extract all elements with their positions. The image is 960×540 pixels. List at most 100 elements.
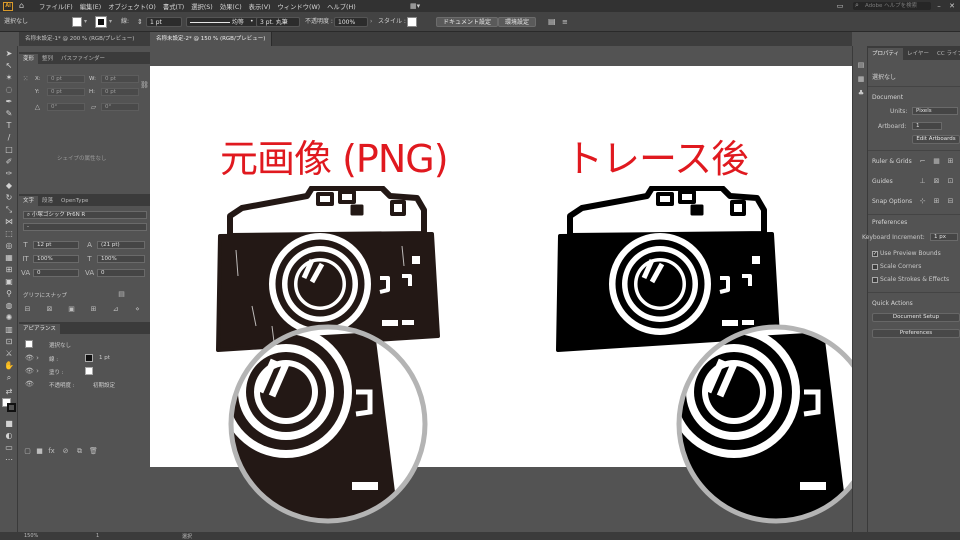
shaper-tool-icon[interactable]: ✑ — [3, 168, 15, 179]
opacity-dropdown-icon[interactable]: › — [370, 17, 372, 27]
rectangle-tool-icon[interactable]: □ — [3, 144, 15, 155]
opacity-visibility-icon[interactable]: 👁 — [25, 380, 34, 388]
font-size-field[interactable]: 12 pt — [33, 241, 79, 249]
menu-view[interactable]: 表示(V) — [249, 2, 271, 11]
document-tab-1-left[interactable]: 名称未設定-1* @ 200 % (RGB/プレビュー) — [25, 32, 134, 46]
clear-appearance-icon[interactable]: ⊘ — [61, 447, 70, 455]
lasso-tool-icon[interactable]: ◌ — [3, 84, 15, 95]
snap-baseline-icon[interactable]: ⊟ — [23, 305, 32, 313]
properties-collapsed-icon[interactable]: ▤ — [856, 60, 866, 70]
tab-pathfinder[interactable]: パスファインダー — [57, 54, 109, 64]
menu-type[interactable]: 書式(T) — [163, 2, 184, 11]
free-transform-tool-icon[interactable]: ⬚ — [3, 228, 15, 239]
column-graph-tool-icon[interactable]: ▥ — [3, 324, 15, 335]
stroke-expand-icon[interactable]: › — [33, 354, 42, 362]
stroke-stepper-icon[interactable]: ⇕ — [137, 17, 143, 27]
stroke-color-icon[interactable] — [7, 403, 16, 412]
stroke-dropdown-icon[interactable]: ▾ — [109, 17, 112, 27]
help-search-input[interactable]: ⌕ Adobe ヘルプを検索 — [853, 1, 931, 10]
slice-tool-icon[interactable]: ⚔ — [3, 348, 15, 359]
rulers-icon[interactable]: ⌐ — [918, 157, 927, 165]
menu-edit[interactable]: 編集(E) — [80, 2, 102, 11]
snap-anchor-icon[interactable]: ⋄ — [133, 305, 142, 313]
rotate-tool-icon[interactable]: ↻ — [3, 192, 15, 203]
width-tool-icon[interactable]: ⋈ — [3, 216, 15, 227]
arrange-icon[interactable]: ▭ — [835, 0, 845, 12]
zoom-tool-icon[interactable]: ⌕ — [3, 372, 15, 383]
menu-select[interactable]: 選択(S) — [191, 2, 213, 11]
vertical-scale-field[interactable]: 100% — [33, 255, 79, 263]
smart-guides-icon[interactable]: ⊡ — [946, 177, 955, 185]
swap-colors-icon[interactable]: ⇄ — [3, 386, 15, 397]
units-select[interactable]: Pixels — [912, 107, 958, 115]
x-field[interactable]: 0 pt — [47, 75, 85, 83]
fill-swatch[interactable] — [72, 17, 82, 27]
y-field[interactable]: 0 pt — [47, 88, 85, 96]
document-setup-button[interactable]: Document Setup — [872, 313, 960, 322]
document-setup-button[interactable]: ドキュメント設定 — [436, 17, 499, 27]
screen-mode-icon[interactable]: ▭ — [3, 442, 15, 453]
fill-expand-icon[interactable]: › — [33, 367, 42, 375]
type-tool-icon[interactable]: T — [3, 120, 15, 131]
snap-angular-icon[interactable]: ⊿ — [111, 305, 120, 313]
minimize-icon[interactable]: – — [934, 0, 944, 12]
arrange-documents-icon[interactable]: ▤ — [548, 17, 556, 27]
stroke-swatch[interactable] — [95, 16, 107, 28]
snap-to-point-icon[interactable]: ⊹ — [918, 197, 927, 205]
tracking-field[interactable]: 0 — [97, 269, 145, 277]
menu-window[interactable]: ウィンドウ(W) — [278, 2, 321, 11]
font-style-select[interactable]: - — [23, 223, 147, 231]
opacity-field[interactable]: 100% — [334, 17, 368, 27]
home-icon[interactable]: ⌂ — [19, 0, 29, 12]
magic-wand-tool-icon[interactable]: ✶ — [3, 72, 15, 83]
tab-transform[interactable]: 変形 — [19, 54, 39, 64]
blend-tool-icon[interactable]: ◍ — [3, 300, 15, 311]
close-icon[interactable]: ✕ — [947, 0, 957, 12]
leading-field[interactable]: (21 pt) — [97, 241, 145, 249]
preferences-button-top[interactable]: 環境設定 — [498, 17, 537, 27]
add-stroke-icon[interactable]: ▢ — [23, 447, 32, 455]
gradient-tool-icon[interactable]: ▣ — [3, 276, 15, 287]
tab-paragraph[interactable]: 段落 — [38, 196, 57, 206]
symbols-collapsed-icon[interactable]: ♣ — [856, 88, 866, 98]
pen-tool-icon[interactable]: ✒ — [3, 96, 15, 107]
appearance-opacity-value[interactable]: 初期設定 — [93, 381, 115, 389]
perspective-grid-tool-icon[interactable]: ▦ — [3, 252, 15, 263]
snap-glyph-options-icon[interactable]: ▤ — [117, 290, 126, 298]
w-field[interactable]: 0 pt — [101, 75, 139, 83]
add-effect-icon[interactable]: fx — [47, 447, 56, 455]
line-tool-icon[interactable]: / — [3, 132, 15, 143]
kerning-field[interactable]: 0 — [33, 269, 79, 277]
use-preview-bounds-checkbox[interactable]: ✓ Use Preview Bounds — [872, 250, 941, 257]
document-tab-2[interactable]: 名称未設定-2* @ 150 % (RGB/プレビュー) — [150, 32, 273, 46]
menu-help[interactable]: ヘルプ(H) — [327, 2, 356, 11]
duplicate-item-icon[interactable]: ⧉ — [75, 447, 84, 455]
curvature-tool-icon[interactable]: ✎ — [3, 108, 15, 119]
tab-opentype[interactable]: OpenType — [57, 196, 92, 206]
show-guides-icon[interactable]: ⊥ — [918, 177, 927, 185]
tab-cc-libraries[interactable]: CC ライブラ — [933, 48, 960, 60]
angle-field[interactable]: 0° — [47, 103, 85, 111]
graphic-style-swatch[interactable] — [407, 17, 417, 27]
tab-appearance[interactable]: アピアランス — [19, 324, 60, 334]
appearance-stroke-value[interactable]: 1 pt — [99, 355, 110, 361]
artboard-tool-icon[interactable]: ⊡ — [3, 336, 15, 347]
tab-layers[interactable]: レイヤー — [903, 48, 933, 60]
delete-item-icon[interactable]: 🗑 — [89, 447, 98, 455]
h-field[interactable]: 0 pt — [101, 88, 139, 96]
tab-properties[interactable]: プロパティ — [868, 48, 904, 60]
stroke-weight-field[interactable]: 1 pt — [146, 17, 182, 27]
snap-x-height-icon[interactable]: ⊠ — [45, 305, 54, 313]
keyboard-increment-field[interactable]: 1 px — [930, 233, 958, 241]
snap-proximity-icon[interactable]: ⊞ — [89, 305, 98, 313]
selection-tool-icon[interactable]: ➤ — [3, 48, 15, 59]
appearance-stroke-swatch[interactable] — [85, 354, 93, 362]
direct-selection-tool-icon[interactable]: ↖ — [3, 60, 15, 71]
snap-to-pixel-icon[interactable]: ⊟ — [946, 197, 955, 205]
zoom-level[interactable]: 150% — [24, 533, 38, 539]
reference-point-icon[interactable]: ⁙ — [21, 75, 30, 83]
draw-mode-icon[interactable]: ◐ — [3, 430, 15, 441]
menu-file[interactable]: ファイル(F) — [39, 2, 73, 11]
tab-align[interactable]: 整列 — [38, 54, 57, 64]
pixel-grid-icon[interactable]: ⊞ — [946, 157, 955, 165]
